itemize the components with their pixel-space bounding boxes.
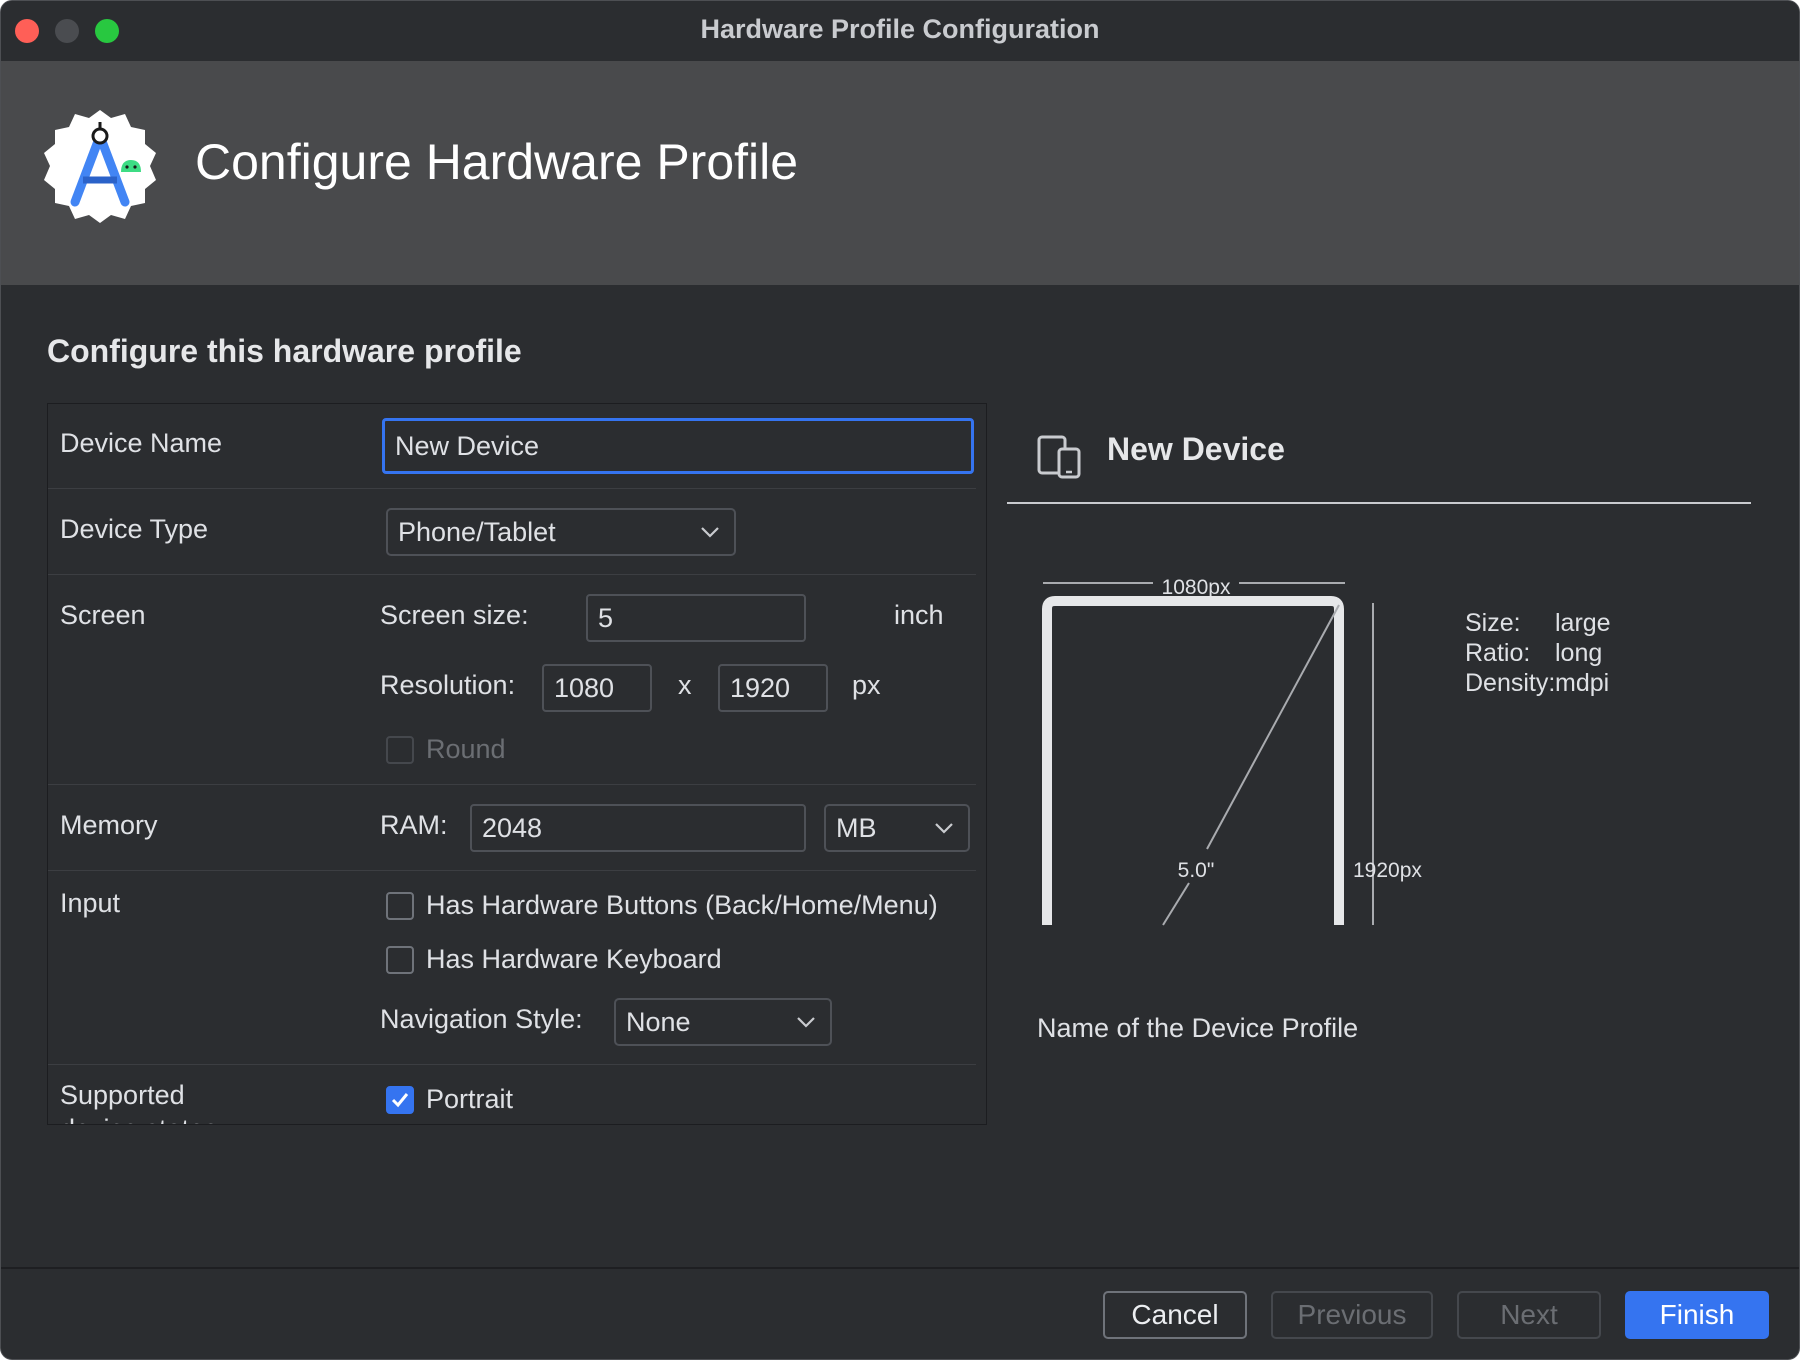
round-label: Round [426, 734, 506, 764]
info-size-value: large [1555, 609, 1611, 637]
device-name-label: Device Name [60, 428, 223, 458]
round-checkbox[interactable] [386, 736, 414, 764]
preview-divider [1007, 502, 1751, 504]
previous-button[interactable]: Previous [1271, 1291, 1433, 1339]
next-button[interactable]: Next [1457, 1291, 1601, 1339]
ram-label: RAM: [380, 810, 448, 840]
window-title: Hardware Profile Configuration [700, 14, 1100, 44]
diagram-height-label: 1920px [1353, 859, 1422, 882]
info-ratio-key: Ratio: [1465, 639, 1531, 667]
resolution-unit: px [852, 670, 881, 700]
navigation-style-value: None [626, 1006, 691, 1037]
chevron-down-icon [797, 1017, 815, 1028]
preview-device-name: New Device [1107, 431, 1285, 467]
screen-label: Screen [60, 600, 146, 630]
supported-device-states-label: Supported device states [60, 1080, 218, 1124]
android-studio-logo-icon [44, 110, 156, 223]
info-density-value: mdpi [1555, 669, 1610, 697]
checkmark-icon [391, 1093, 409, 1108]
row-divider [48, 870, 976, 871]
resolution-height-input[interactable]: 1920 [718, 664, 828, 712]
field-description: Name of the Device Profile [1037, 1013, 1359, 1043]
device-type-dropdown[interactable]: Phone/Tablet [386, 508, 736, 556]
ram-unit-dropdown[interactable]: MB [824, 804, 970, 852]
portrait-label: Portrait [426, 1084, 514, 1114]
screen-size-input[interactable]: 5 [586, 594, 806, 642]
row-divider [48, 784, 976, 785]
title-bar: Hardware Profile Configuration [1, 1, 1799, 62]
row-divider [48, 488, 976, 489]
navigation-style-dropdown[interactable]: None [614, 998, 832, 1046]
hardware-keyboard-label: Has Hardware Keyboard [426, 944, 722, 974]
wizard-header: Configure Hardware Profile [1, 61, 1799, 285]
diagram-diagonal-label: 5.0" [1178, 859, 1215, 882]
header-title: Configure Hardware Profile [195, 134, 799, 190]
device-screen-diagram: 1080px 1920px 5.0" [1042, 576, 1422, 926]
section-title: Configure this hardware profile [47, 333, 522, 369]
navigation-style-label: Navigation Style: [380, 1004, 583, 1034]
chevron-down-icon [935, 823, 953, 834]
memory-label: Memory [60, 810, 158, 840]
chevron-down-icon [701, 527, 719, 538]
row-divider [48, 574, 976, 575]
hardware-keyboard-checkbox[interactable] [386, 946, 414, 974]
footer-divider [1, 1267, 1799, 1269]
ram-input[interactable]: 2048 [470, 804, 806, 852]
phone-tablet-icon [1037, 435, 1081, 479]
finish-button[interactable]: Finish [1625, 1291, 1769, 1339]
hardware-buttons-checkbox[interactable] [386, 892, 414, 920]
info-size-row: Size: large [1465, 609, 1611, 638]
device-type-value: Phone/Tablet [398, 516, 556, 547]
hardware-buttons-label: Has Hardware Buttons (Back/Home/Menu) [426, 890, 938, 920]
cancel-button[interactable]: Cancel [1103, 1291, 1247, 1339]
info-size-key: Size: [1465, 609, 1521, 637]
form-panel[interactable]: Device Name New Device Device Type Phone… [47, 403, 987, 1125]
resolution-separator: x [678, 670, 692, 700]
resolution-label: Resolution: [380, 670, 516, 700]
info-ratio-row: Ratio: long [1465, 639, 1602, 668]
device-name-input[interactable]: New Device [382, 418, 974, 474]
device-type-label: Device Type [60, 514, 209, 544]
info-density-key: Density: [1465, 669, 1556, 697]
info-ratio-value: long [1555, 639, 1603, 667]
screen-size-label: Screen size: [380, 600, 529, 630]
row-divider [48, 1064, 976, 1065]
input-label: Input [60, 888, 121, 918]
screen-size-unit: inch [894, 600, 944, 630]
portrait-checkbox[interactable] [386, 1086, 414, 1114]
resolution-width-input[interactable]: 1080 [542, 664, 652, 712]
diagram-width-label: 1080px [1162, 576, 1231, 599]
hardware-profile-window: Hardware Profile Configuration Configure… [0, 0, 1800, 1360]
ram-unit-value: MB [836, 812, 877, 843]
info-density-row: Density:mdpi [1465, 669, 1609, 698]
